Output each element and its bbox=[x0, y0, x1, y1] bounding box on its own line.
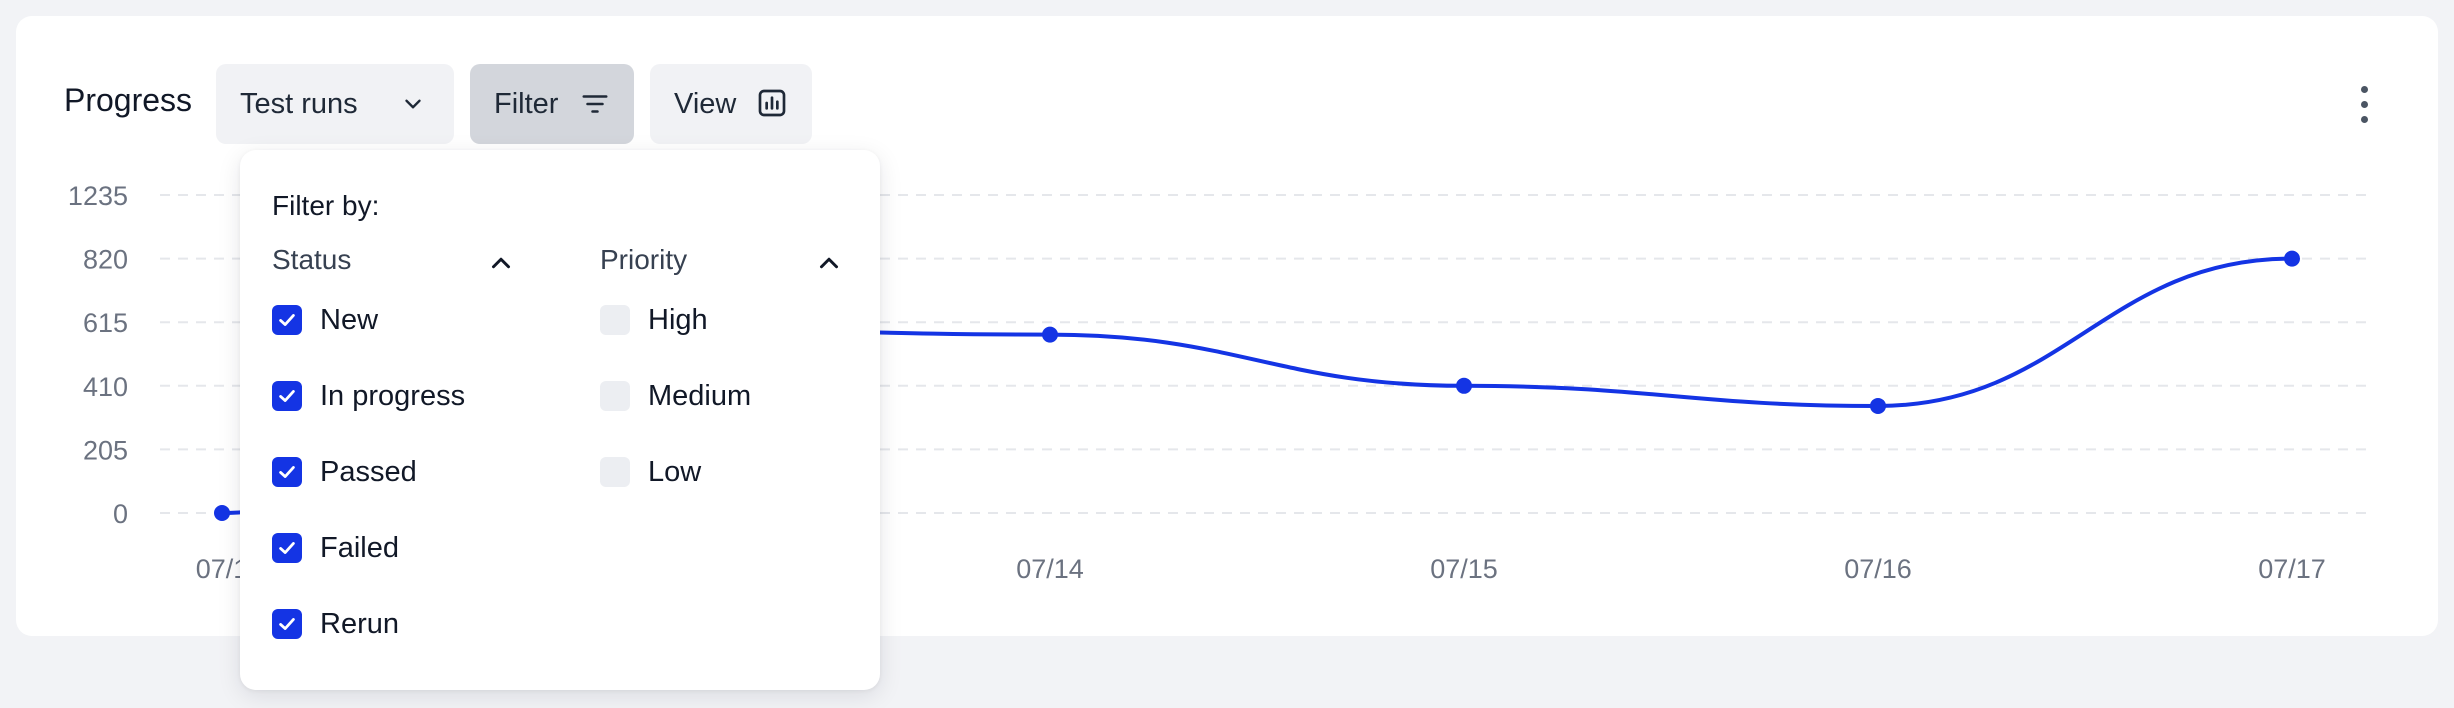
filter-dropdown-title: Filter by: bbox=[272, 190, 380, 221]
status-option-in-progress[interactable]: In progress bbox=[272, 376, 465, 416]
filter-dropdown: Filter by: Status Priority New In progre… bbox=[240, 150, 880, 690]
check-icon bbox=[279, 618, 295, 630]
status-heading: Status bbox=[272, 244, 352, 275]
checkbox-checked[interactable] bbox=[272, 457, 302, 487]
status-option-rerun[interactable]: Rerun bbox=[272, 604, 399, 644]
x-tick-label: 07/16 bbox=[1844, 554, 1912, 584]
checkbox-checked[interactable] bbox=[272, 609, 302, 639]
option-label: Passed bbox=[320, 455, 417, 488]
data-point bbox=[2284, 250, 2300, 267]
y-tick-label: 820 bbox=[83, 245, 128, 275]
option-label: Rerun bbox=[320, 607, 399, 640]
priority-option-high[interactable]: High bbox=[600, 300, 708, 340]
priority-option-low[interactable]: Low bbox=[600, 452, 701, 492]
data-point bbox=[1456, 377, 1472, 394]
chevron-up-icon[interactable] bbox=[486, 248, 516, 278]
check-icon bbox=[279, 542, 295, 554]
check-icon bbox=[279, 390, 295, 402]
priority-option-medium[interactable]: Medium bbox=[600, 376, 751, 416]
option-label: Failed bbox=[320, 531, 399, 564]
data-point bbox=[214, 505, 230, 521]
chevron-up-icon[interactable] bbox=[814, 248, 844, 278]
status-option-failed[interactable]: Failed bbox=[272, 528, 399, 568]
y-tick-label: 1235 bbox=[68, 181, 128, 211]
x-tick-label: 07/14 bbox=[1016, 554, 1084, 584]
priority-heading: Priority bbox=[600, 244, 688, 275]
checkbox-unchecked[interactable] bbox=[600, 381, 630, 411]
option-label: High bbox=[648, 303, 708, 336]
y-tick-label: 615 bbox=[83, 308, 128, 338]
option-label: In progress bbox=[320, 379, 466, 412]
check-icon bbox=[279, 466, 295, 478]
checkbox-checked[interactable] bbox=[272, 533, 302, 563]
option-label: New bbox=[320, 303, 379, 336]
data-point bbox=[1870, 397, 1886, 414]
y-tick-label: 410 bbox=[83, 372, 128, 402]
checkbox-checked[interactable] bbox=[272, 305, 302, 335]
checkbox-checked[interactable] bbox=[272, 381, 302, 411]
option-label: Medium bbox=[648, 379, 752, 412]
check-icon bbox=[279, 314, 295, 326]
y-tick-label: 0 bbox=[113, 499, 128, 529]
checkbox-unchecked[interactable] bbox=[600, 457, 630, 487]
checkbox-unchecked[interactable] bbox=[600, 305, 630, 335]
x-tick-label: 07/17 bbox=[2258, 554, 2326, 584]
option-label: Low bbox=[648, 455, 702, 488]
y-tick-label: 205 bbox=[83, 435, 128, 465]
data-point bbox=[1042, 326, 1058, 343]
status-option-new[interactable]: New bbox=[272, 300, 378, 340]
x-tick-label: 07/15 bbox=[1430, 554, 1498, 584]
status-option-passed[interactable]: Passed bbox=[272, 452, 417, 492]
